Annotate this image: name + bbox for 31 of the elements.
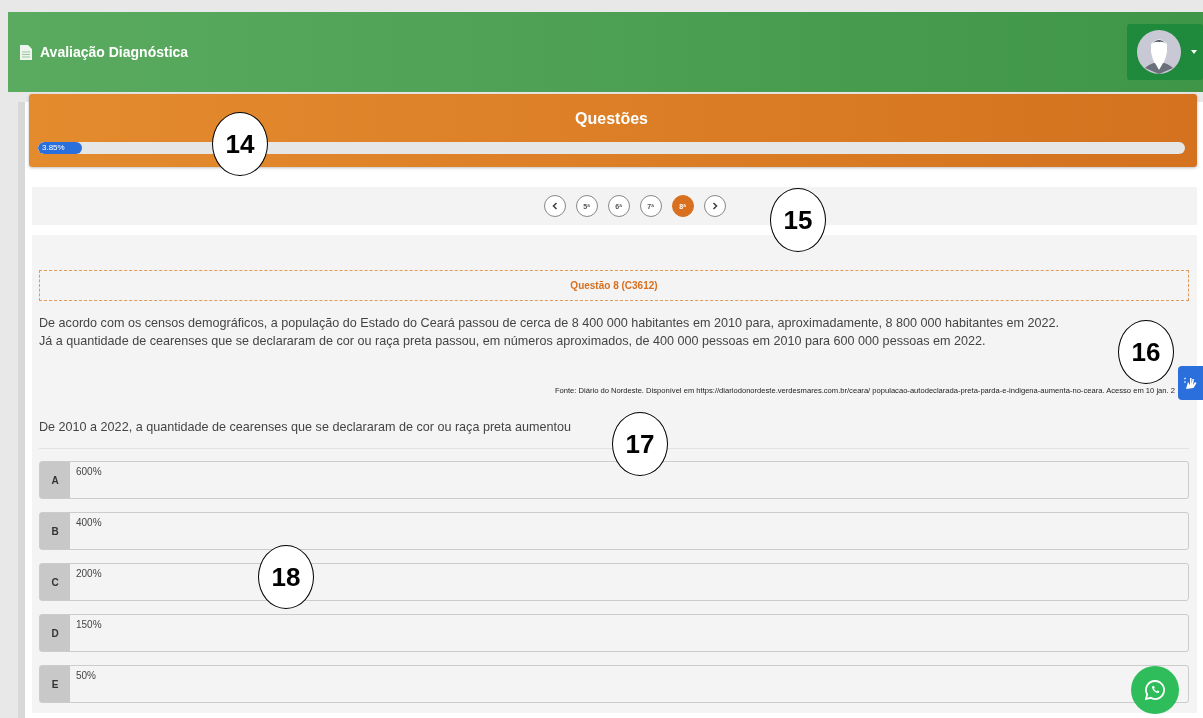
option-letter: B bbox=[40, 513, 70, 549]
previous-button[interactable] bbox=[543, 195, 566, 217]
answer-option[interactable]: B 400% bbox=[39, 512, 1189, 550]
question-text: De acordo com os censos demográficos, a população do Estado do Ceará passou de cerca de 8 400 000 habitantes em 2010 para, aproximadamente, 8 800 000 habitantes em 2022. bbox=[39, 315, 1061, 332]
chat-icon bbox=[1143, 678, 1167, 702]
option-text: 400% bbox=[75, 516, 102, 530]
option-text: 600% bbox=[75, 465, 102, 479]
option-letter: A bbox=[40, 462, 70, 498]
question-title: Questão 8 (C3612) bbox=[39, 270, 1189, 301]
accessibility-button[interactable] bbox=[1178, 366, 1203, 400]
chevron-icon bbox=[551, 202, 558, 210]
chevron-icon bbox=[711, 202, 718, 210]
option-text: 50% bbox=[75, 669, 96, 683]
question-text: Já a quantidade de cearenses que se declararam de cor ou raça preta passou, em números aproximados, de 400 000 pessoas em 2010 para 600 000 pessoas em 2022. bbox=[39, 333, 987, 350]
caret-icon bbox=[1191, 50, 1197, 54]
avatar-icon bbox=[1137, 30, 1181, 74]
answer-option[interactable]: E 50% bbox=[39, 665, 1189, 703]
hand-icon bbox=[1182, 375, 1199, 391]
answer-option[interactable]: D 150% bbox=[39, 614, 1189, 652]
option-letter: C bbox=[40, 564, 70, 600]
option-text: 200% bbox=[75, 567, 102, 581]
panel-title: Questões bbox=[574, 110, 649, 129]
progress-fill: 3.85% bbox=[38, 142, 83, 154]
user-menu[interactable] bbox=[1127, 24, 1203, 80]
option-letter: E bbox=[40, 666, 70, 702]
page-title: Avaliação Diagnóstica bbox=[40, 44, 190, 60]
next-button[interactable] bbox=[703, 195, 726, 217]
answer-option[interactable]: A 600% bbox=[39, 461, 1189, 499]
option-letter: D bbox=[40, 615, 70, 651]
document-icon bbox=[20, 44, 32, 60]
option-text: 150% bbox=[75, 618, 102, 632]
